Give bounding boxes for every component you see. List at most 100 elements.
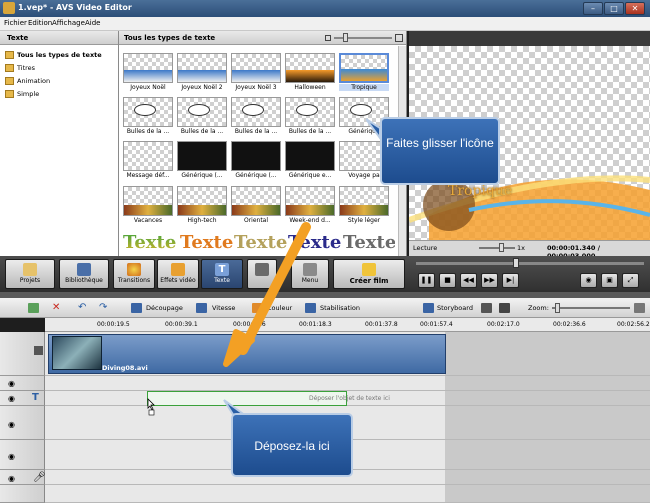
menu-fichier[interactable]: Fichier	[4, 19, 27, 27]
speed-button[interactable]: Vitesse	[212, 304, 235, 312]
text-style-thumbnail[interactable]: Bulles de la ...	[231, 97, 281, 137]
eye-icon[interactable]: ◉	[8, 474, 15, 483]
category-titles[interactable]: Titres	[0, 62, 118, 75]
voice-track[interactable]	[45, 485, 650, 503]
thumbnail-label: Joyeux Noël	[130, 84, 166, 91]
callout-drop: Déposez-la ici	[231, 413, 353, 477]
minimize-button[interactable]: –	[583, 2, 603, 15]
thumbnail-image	[285, 53, 335, 83]
add-icon[interactable]	[28, 303, 39, 313]
text-sample[interactable]: Texte	[343, 232, 395, 253]
eye-icon[interactable]: ◉	[8, 379, 15, 388]
speed-slider[interactable]	[479, 247, 515, 249]
snapshot-button[interactable]: ◉	[580, 273, 597, 288]
thumbnail-label: Vacances	[133, 217, 163, 224]
projects-button[interactable]: Projets	[5, 259, 55, 289]
timeline-ruler[interactable]: 00:00:19.5 00:00:39.1 00:00:58.6 00:01:1…	[45, 318, 650, 332]
thumbnail-label: Générique (...	[181, 172, 223, 179]
video-effects-button[interactable]: Effets vidéo	[157, 259, 199, 289]
clip-thumbnail	[52, 336, 102, 370]
text-style-thumbnail[interactable]: Tropique	[339, 53, 389, 93]
delete-icon[interactable]: ✕	[52, 303, 63, 313]
text-style-thumbnail[interactable]: Joyeux Noël 2	[177, 53, 227, 93]
transitions-button[interactable]: Transitions	[113, 259, 155, 289]
zoom-in-icon[interactable]	[395, 34, 403, 42]
mouse-cursor-icon	[147, 398, 155, 416]
camera-icon[interactable]: ▣	[601, 273, 618, 288]
cut-button[interactable]: Découpage	[146, 304, 183, 312]
zoom-slider-thumb[interactable]	[555, 303, 560, 313]
fit-icon[interactable]	[634, 303, 645, 313]
zoom-out-icon[interactable]	[325, 35, 331, 41]
text-style-thumbnail[interactable]: High-tech	[177, 186, 227, 226]
drop-placeholder: Déposer l'objet de texte ici	[309, 395, 390, 402]
thumbnail-image	[177, 141, 227, 171]
redo-icon[interactable]: ↷	[99, 303, 110, 313]
text-style-thumbnail[interactable]: Joyeux Noël	[123, 53, 173, 93]
text-style-thumbnail[interactable]: Bulles de la ...	[285, 97, 335, 137]
close-button[interactable]: ✕	[625, 2, 645, 15]
text-style-thumbnail[interactable]: Bulles de la ...	[123, 97, 173, 137]
text-style-thumbnail[interactable]: Message déf...	[123, 141, 173, 181]
eye-icon[interactable]: ◉	[8, 420, 15, 429]
slider-thumb[interactable]	[343, 33, 348, 42]
microphone-icon: 🎤︎	[33, 472, 46, 483]
pause-button[interactable]: ❚❚	[418, 273, 435, 288]
text-style-thumbnail[interactable]: Générique (...	[177, 141, 227, 181]
eye-icon[interactable]: ◉	[8, 394, 15, 403]
category-simple[interactable]: Simple	[0, 88, 118, 101]
thumbnail-label: Joyeux Noël 2	[181, 84, 223, 91]
text-button[interactable]: T Texte	[201, 259, 243, 289]
timeline-zoom-slider[interactable]	[552, 307, 630, 309]
storyboard-icon	[423, 303, 434, 313]
storyboard-button[interactable]: Storyboard	[437, 304, 473, 312]
fullscreen-button[interactable]: ⤢	[622, 273, 639, 288]
text-style-thumbnail[interactable]: Oriental	[231, 186, 281, 226]
text-style-thumbnail[interactable]: Halloween	[285, 53, 335, 93]
thumbnail-image	[123, 141, 173, 171]
thumbnail-label: Tropique	[339, 84, 389, 91]
seek-bar[interactable]	[416, 262, 644, 265]
monitor-icon[interactable]	[499, 303, 510, 313]
text-style-thumbnail[interactable]: Week-end d...	[285, 186, 335, 226]
text-style-thumbnail[interactable]: Style léger	[339, 186, 389, 226]
window-title: 1.vep* - AVS Video Editor	[18, 3, 132, 12]
thumbnail-image	[123, 53, 173, 83]
undo-icon[interactable]: ↶	[78, 303, 89, 313]
ruler-tick: 00:00:58.6	[233, 321, 266, 328]
text-style-thumbnail[interactable]: Joyeux Noël 3	[231, 53, 281, 93]
text-sample[interactable]: Texte	[180, 232, 233, 253]
category-all[interactable]: Tous les types de texte	[0, 49, 118, 62]
thumbnail-label: Bulles de la ...	[234, 128, 278, 135]
stabilize-button[interactable]: Stabilisation	[320, 304, 360, 312]
maximize-button[interactable]: □	[604, 2, 624, 15]
menu-edition[interactable]: Edition	[28, 19, 52, 27]
text-sample[interactable]: Texte	[288, 232, 341, 253]
text-style-thumbnail[interactable]: Générique (...	[231, 141, 281, 181]
voice-icon[interactable]	[481, 303, 492, 313]
seek-thumb[interactable]	[513, 258, 519, 268]
text-sample[interactable]: Texte	[123, 232, 176, 253]
previous-button[interactable]: ◀◀	[460, 273, 477, 288]
color-button[interactable]: Couleur	[267, 304, 292, 312]
category-animation[interactable]: Animation	[0, 75, 118, 88]
text-sample[interactable]: Texte	[234, 232, 287, 253]
library-button[interactable]: Bibliothèque	[59, 259, 109, 289]
thumbnail-image	[231, 141, 281, 171]
menu-button[interactable]: Menu	[291, 259, 329, 289]
create-film-button[interactable]: Créer film	[333, 259, 405, 289]
end-button[interactable]: ▶|	[502, 273, 519, 288]
speed-slider-thumb[interactable]	[499, 243, 504, 252]
menu-aide[interactable]: Aide	[85, 19, 100, 27]
library-icon	[77, 263, 91, 276]
eye-icon[interactable]: ◉	[8, 452, 15, 461]
next-button[interactable]: ▶▶	[481, 273, 498, 288]
thumbnail-label: Bulles de la ...	[126, 128, 170, 135]
stop-button[interactable]: ■	[439, 273, 456, 288]
text-style-thumbnail[interactable]: Générique e...	[285, 141, 335, 181]
text-style-thumbnail[interactable]: Bulles de la ...	[177, 97, 227, 137]
edit-tool-button[interactable]	[247, 259, 277, 289]
text-style-thumbnail[interactable]: Vacances	[123, 186, 173, 226]
menu-affichage[interactable]: Affichage	[52, 19, 85, 27]
effects-track[interactable]	[45, 376, 650, 391]
